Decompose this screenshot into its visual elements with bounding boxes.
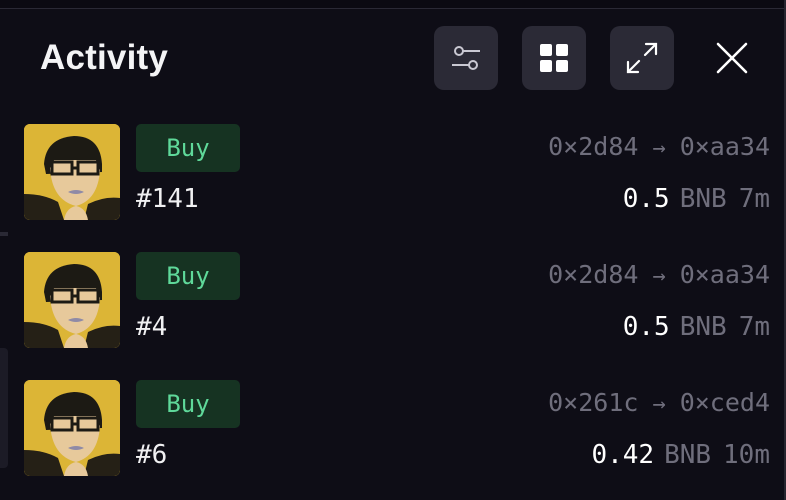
activity-row[interactable]: Buy #6 0×261c → 0×ced4 0.42 BNB 10m — [0, 380, 786, 480]
activity-row[interactable]: Buy #4 0×2d84 → 0×aa34 0.5 BNB 7m — [0, 252, 786, 352]
address-transfer: 0×261c → 0×ced4 — [548, 388, 770, 417]
nft-avatar[interactable] — [24, 380, 120, 476]
price-info: 0.42 BNB 10m — [591, 440, 770, 470]
close-icon — [716, 42, 748, 74]
grid-view-button[interactable] — [522, 26, 586, 90]
to-address[interactable]: 0×aa34 — [680, 132, 770, 161]
from-address[interactable]: 0×261c — [548, 388, 638, 417]
buy-badge: Buy — [136, 124, 240, 172]
close-button[interactable] — [700, 26, 764, 90]
nft-avatar[interactable] — [24, 252, 120, 348]
address-transfer: 0×2d84 → 0×aa34 — [548, 260, 770, 289]
window-top-border — [0, 0, 786, 9]
arrow-right-icon: → — [652, 392, 666, 417]
price-info: 0.5 BNB 7m — [623, 312, 770, 342]
left-divider — [0, 232, 8, 236]
activity-row[interactable]: Buy #141 0×2d84 → 0×aa34 0.5 BNB 7m — [0, 124, 786, 224]
avatar-image — [24, 252, 120, 348]
address-transfer: 0×2d84 → 0×aa34 — [548, 132, 770, 161]
token-id[interactable]: #6 — [136, 440, 167, 470]
grid-icon — [540, 44, 568, 72]
from-address[interactable]: 0×2d84 — [548, 132, 638, 161]
time-ago: 7m — [738, 312, 770, 342]
buy-badge: Buy — [136, 252, 240, 300]
from-address[interactable]: 0×2d84 — [548, 260, 638, 289]
token-id[interactable]: #4 — [136, 312, 167, 342]
price-amount: 0.5 — [622, 312, 670, 342]
avatar-image — [24, 124, 120, 220]
price-currency: BNB — [664, 440, 712, 470]
arrow-right-icon: → — [652, 136, 666, 161]
arrow-right-icon: → — [652, 264, 666, 289]
price-currency: BNB — [679, 312, 727, 342]
price-amount: 0.5 — [622, 184, 670, 214]
sliders-icon — [452, 46, 480, 70]
price-amount: 0.42 — [591, 440, 655, 470]
price-currency: BNB — [679, 184, 727, 214]
panel-title: Activity — [40, 38, 169, 77]
buy-badge: Buy — [136, 380, 240, 428]
token-id[interactable]: #141 — [136, 184, 199, 214]
avatar-image — [24, 380, 120, 476]
time-ago: 7m — [738, 184, 770, 214]
expand-button[interactable] — [610, 26, 674, 90]
filter-button[interactable] — [434, 26, 498, 90]
price-info: 0.5 BNB 7m — [623, 184, 770, 214]
expand-icon — [626, 42, 658, 74]
nft-avatar[interactable] — [24, 124, 120, 220]
time-ago: 10m — [723, 440, 770, 470]
to-address[interactable]: 0×ced4 — [680, 388, 770, 417]
to-address[interactable]: 0×aa34 — [680, 260, 770, 289]
